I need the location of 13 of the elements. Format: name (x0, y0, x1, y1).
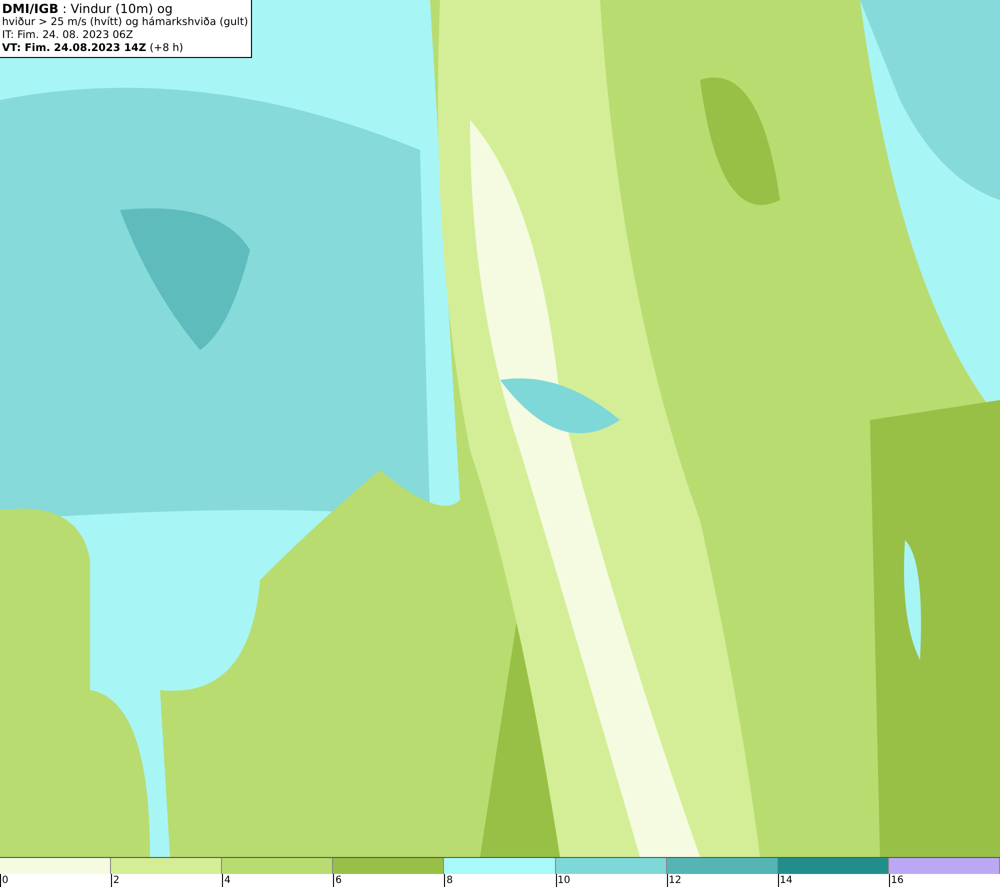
legend-tick-label: 0 (0, 874, 8, 887)
header-text: hviður > 25 m/s (hvítt) og hámarkshviða (gult) (2, 16, 248, 29)
legend-tick-label: 4 (222, 874, 231, 887)
legend-tick-label: 8 (444, 874, 453, 887)
legend-tick-label: 14 (778, 874, 792, 887)
legend-tick-label: 16 (888, 874, 904, 887)
header-text: DMI/IGB : Vindur (10m) og (2, 1, 174, 16)
legend-tick-label: 12 (666, 874, 682, 887)
legend-tick-label: 2 (111, 874, 120, 887)
header-text: VT: Fim. 24.08.2023 14Z (+8 h) (2, 42, 184, 55)
legend-tick-label: 10 (556, 874, 570, 887)
header-text: IT: Fim. 24. 08. 2023 06Z (2, 29, 134, 42)
legend-tick-label: 6 (333, 874, 342, 887)
